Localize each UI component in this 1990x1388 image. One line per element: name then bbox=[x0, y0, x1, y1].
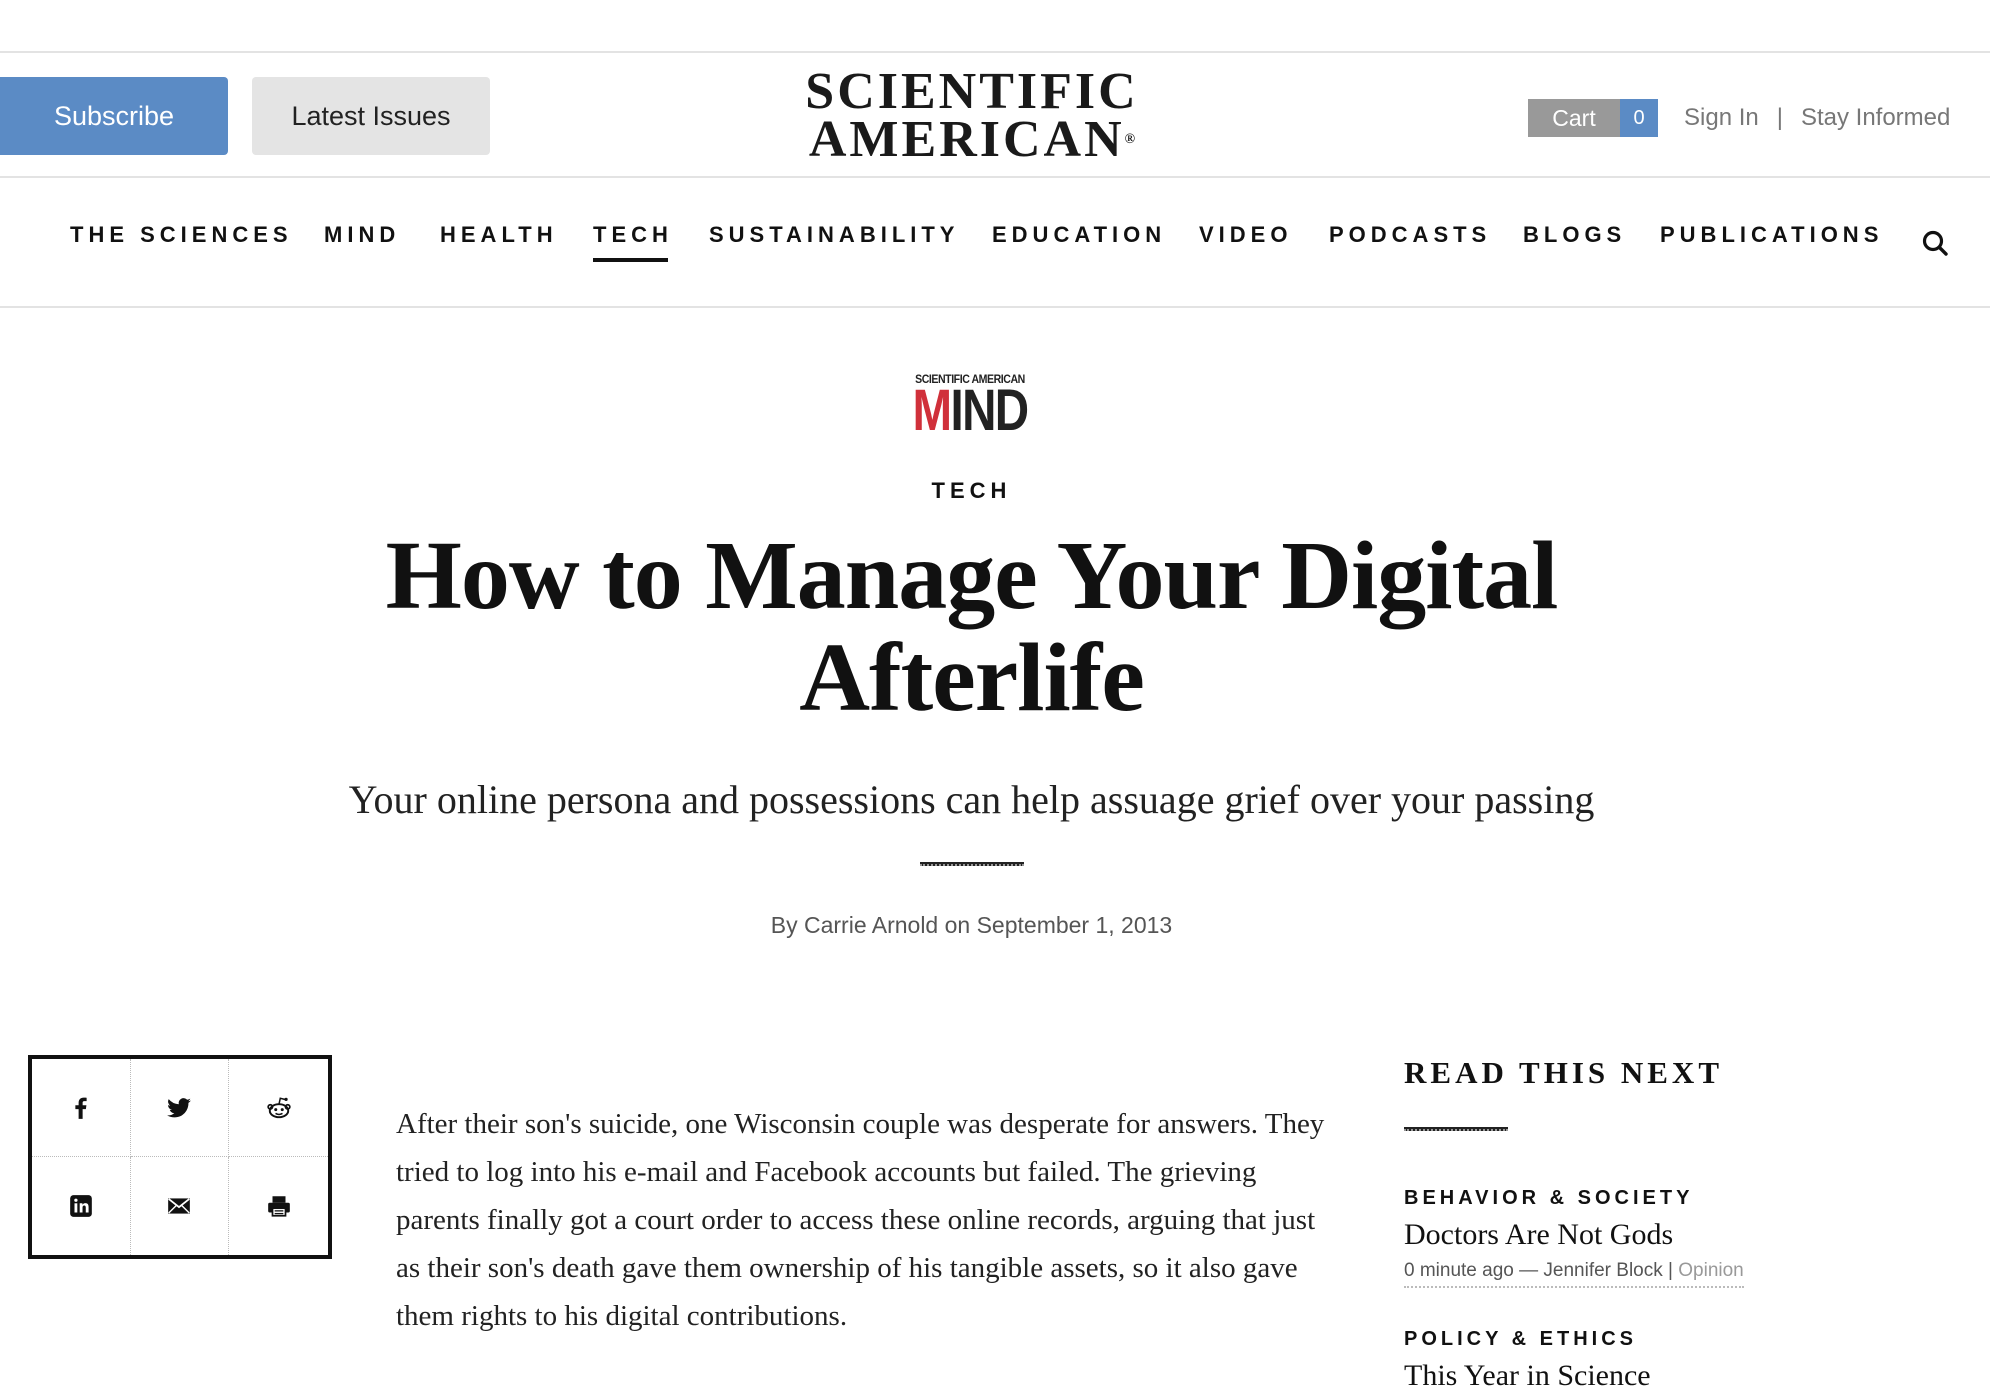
article-body-paragraph: After their son's suicide, one Wisconsin… bbox=[396, 1108, 1325, 1332]
read-this-next-heading: READ THIS NEXT bbox=[1404, 1055, 1724, 1090]
cart-button[interactable]: Cart 0 bbox=[1528, 99, 1658, 137]
share-print[interactable] bbox=[229, 1157, 328, 1255]
linkedin-icon bbox=[69, 1195, 92, 1217]
read-this-next-divider bbox=[1404, 1127, 1508, 1131]
story-meta-separator: | bbox=[1668, 1260, 1673, 1281]
account-links: Sign In | Stay Informed bbox=[1684, 100, 1950, 136]
story-category[interactable]: BEHAVIOR & SOCIETY bbox=[1404, 1187, 1924, 1210]
share-linkedin[interactable] bbox=[32, 1157, 131, 1255]
cart-count-badge: 0 bbox=[1620, 99, 1658, 137]
title-divider bbox=[920, 862, 1024, 866]
twitter-icon bbox=[167, 1097, 192, 1117]
share-twitter[interactable] bbox=[130, 1059, 230, 1157]
site-logo[interactable]: SCIENTIFIC AMERICAN® bbox=[800, 63, 1144, 166]
email-icon bbox=[168, 1198, 191, 1214]
story-meta-author: 0 minute ago — Jennifer Block bbox=[1404, 1260, 1663, 1281]
logo-line-1: SCIENTIFIC bbox=[805, 63, 1139, 120]
sidebar-story[interactable]: BEHAVIOR & SOCIETY Doctors Are Not Gods … bbox=[1404, 1187, 1924, 1288]
header-divider bbox=[0, 176, 1990, 178]
sign-in-link[interactable]: Sign In bbox=[1684, 104, 1759, 132]
nav-item-the-sciences[interactable]: THE SCIENCES bbox=[70, 222, 293, 248]
nav-item-education[interactable]: EDUCATION bbox=[992, 222, 1166, 248]
nav-item-publications[interactable]: PUBLICATIONS bbox=[1660, 222, 1883, 248]
main-nav: THE SCIENCES MIND HEALTH TECH SUSTAINABI… bbox=[0, 222, 1990, 262]
logo-line-2: AMERICAN® bbox=[800, 114, 1144, 166]
story-title[interactable]: This Year in Science bbox=[1404, 1359, 1924, 1388]
latest-issues-button[interactable]: Latest Issues bbox=[252, 77, 490, 155]
nav-item-sustainability[interactable]: SUSTAINABILITY bbox=[709, 222, 959, 248]
registered-mark: ® bbox=[1124, 132, 1136, 147]
article-byline: By Carrie Arnold on September 1, 2013 bbox=[770, 912, 1173, 938]
share-email[interactable] bbox=[131, 1157, 230, 1255]
mind-logo-ind: IND bbox=[950, 378, 1029, 443]
mind-logo-word: MIND bbox=[909, 382, 1032, 440]
share-panel bbox=[28, 1055, 332, 1259]
reddit-icon bbox=[266, 1096, 291, 1118]
article-dek: Your online persona and possessions can … bbox=[348, 777, 1595, 822]
story-category[interactable]: POLICY & ETHICS bbox=[1404, 1328, 1924, 1351]
story-meta-tag[interactable]: Opinion bbox=[1678, 1260, 1744, 1281]
nav-item-tech[interactable]: TECH bbox=[593, 222, 673, 262]
story-title[interactable]: Doctors Are Not Gods bbox=[1404, 1218, 1924, 1252]
read-this-next-sidebar: READ THIS NEXT BEHAVIOR & SOCIETY Doctor… bbox=[1404, 1055, 1924, 1388]
sidebar-story[interactable]: POLICY & ETHICS This Year in Science bbox=[1404, 1328, 1924, 1388]
nav-divider bbox=[0, 306, 1990, 308]
share-facebook[interactable] bbox=[32, 1059, 131, 1157]
subscribe-button[interactable]: Subscribe bbox=[0, 77, 228, 155]
nav-item-podcasts[interactable]: PODCASTS bbox=[1329, 222, 1491, 248]
nav-item-blogs[interactable]: BLOGS bbox=[1523, 222, 1626, 248]
print-icon bbox=[267, 1196, 290, 1217]
account-separator: | bbox=[1776, 104, 1783, 131]
share-reddit[interactable] bbox=[229, 1059, 328, 1157]
nav-item-mind[interactable]: MIND bbox=[324, 222, 400, 248]
mind-logo-m: M bbox=[912, 378, 953, 443]
mind-publication-logo[interactable]: SCIENTIFIC AMERICAN MIND bbox=[895, 372, 1045, 440]
facebook-icon bbox=[75, 1097, 87, 1119]
article-kicker[interactable]: TECH bbox=[0, 478, 1943, 504]
story-meta: 0 minute ago — Jennifer Block | Opinion bbox=[1404, 1260, 1744, 1288]
nav-item-health[interactable]: HEALTH bbox=[440, 222, 558, 248]
top-divider bbox=[0, 51, 1990, 53]
stay-informed-link[interactable]: Stay Informed bbox=[1801, 104, 1950, 132]
search-icon[interactable] bbox=[1920, 228, 1950, 258]
article-title: How to Manage Your Digital Afterlife bbox=[385, 522, 1559, 732]
nav-item-video[interactable]: VIDEO bbox=[1199, 222, 1292, 248]
cart-label: Cart bbox=[1528, 99, 1620, 137]
logo-line-2-text: AMERICAN bbox=[808, 111, 1125, 168]
